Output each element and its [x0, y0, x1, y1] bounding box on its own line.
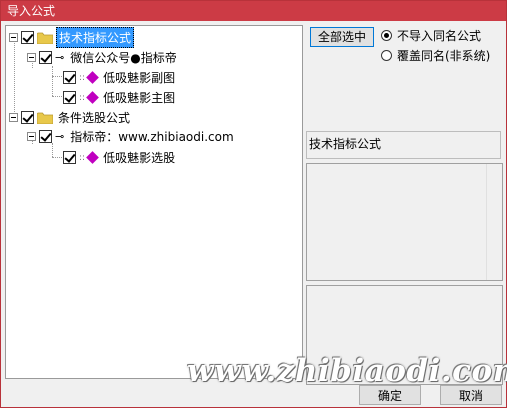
tree-connector	[52, 157, 62, 158]
tree-node-wechat-group[interactable]: ⊸ 微信公众号●指标帝	[27, 49, 179, 66]
formula-type-label: 技术指标公式	[306, 131, 501, 159]
tree-node-formula-select[interactable]: :: 低吸魅影选股	[63, 149, 177, 166]
cancel-button[interactable]: 取消	[440, 385, 502, 405]
scrollbar[interactable]	[486, 164, 502, 280]
checkbox[interactable]	[63, 91, 76, 104]
checkbox[interactable]	[21, 31, 34, 44]
tree-connector	[14, 40, 15, 118]
watermark: www.zhibiaodi.com	[187, 353, 507, 389]
tree-node-label[interactable]: 低吸魅影副图	[101, 68, 177, 87]
formula-diamond-icon	[86, 71, 99, 84]
checkbox[interactable]	[39, 130, 52, 143]
tree-connector	[52, 143, 53, 157]
folder-icon	[37, 112, 53, 124]
ok-button[interactable]: 确定	[359, 385, 421, 405]
checkbox[interactable]	[63, 71, 76, 84]
tree-connector	[52, 96, 62, 97]
formula-tree[interactable]: 技术指标公式 ⊸ 微信公众号●指标帝 :: 低吸魅影副图 :: 低吸魅影主图 条…	[5, 25, 303, 379]
collapse-toggle[interactable]	[9, 33, 18, 42]
collapse-toggle[interactable]	[9, 113, 18, 122]
radio-label[interactable]: 不导入同名公式	[397, 27, 481, 44]
formula-prefix-icon: ::	[79, 92, 86, 103]
key-icon: ⊸	[55, 51, 65, 64]
tree-node-label[interactable]: 低吸魅影选股	[101, 148, 177, 167]
checkbox[interactable]	[39, 51, 52, 64]
key-icon: ⊸	[55, 130, 65, 143]
tree-node-technical-indicators[interactable]: 技术指标公式	[9, 27, 135, 48]
title-bar[interactable]: 导入公式	[1, 1, 506, 21]
collapse-toggle[interactable]	[27, 132, 36, 141]
description-panel[interactable]	[306, 163, 503, 281]
radio-skip-duplicates[interactable]: 不导入同名公式	[381, 27, 481, 44]
folder-icon	[37, 32, 53, 44]
radio-overwrite-duplicates[interactable]: 覆盖同名(非系统)	[381, 47, 490, 64]
import-formula-dialog: 导入公式 技术指标公式 ⊸ 微信公众号●指标帝 :: 低吸魅影副图:: 低吸魅…	[0, 0, 507, 408]
tree-node-label[interactable]: 指标帝：www.zhibiaodi.com	[68, 127, 235, 146]
checkbox[interactable]	[21, 111, 34, 124]
checkbox[interactable]	[63, 151, 76, 164]
tree-connector	[52, 76, 62, 77]
tree-connector	[52, 66, 53, 96]
tree-node-label[interactable]: 条件选股公式	[56, 108, 132, 127]
radio-label[interactable]: 覆盖同名(非系统)	[397, 47, 490, 64]
select-all-button[interactable]: 全部选中	[310, 27, 374, 47]
tree-node-label[interactable]: 微信公众号●指标帝	[68, 48, 178, 67]
formula-diamond-icon	[86, 151, 99, 164]
window-title: 导入公式	[7, 4, 56, 18]
radio-dot[interactable]	[381, 50, 392, 61]
radio-dot[interactable]	[381, 30, 392, 41]
tree-node-label[interactable]: 低吸魅影主图	[101, 88, 177, 107]
formula-prefix-icon: ::	[79, 152, 86, 163]
tree-node-label[interactable]: 技术指标公式	[56, 27, 135, 48]
formula-prefix-icon: ::	[79, 72, 86, 83]
tree-node-formula-sub[interactable]: :: 低吸魅影副图	[63, 69, 177, 86]
collapse-toggle[interactable]	[27, 53, 36, 62]
formula-diamond-icon	[86, 91, 99, 104]
tree-node-website-group[interactable]: ⊸ 指标帝：www.zhibiaodi.com	[27, 128, 236, 145]
tree-node-formula-main[interactable]: :: 低吸魅影主图	[63, 89, 177, 106]
tree-node-stock-selection[interactable]: 条件选股公式	[9, 109, 132, 126]
